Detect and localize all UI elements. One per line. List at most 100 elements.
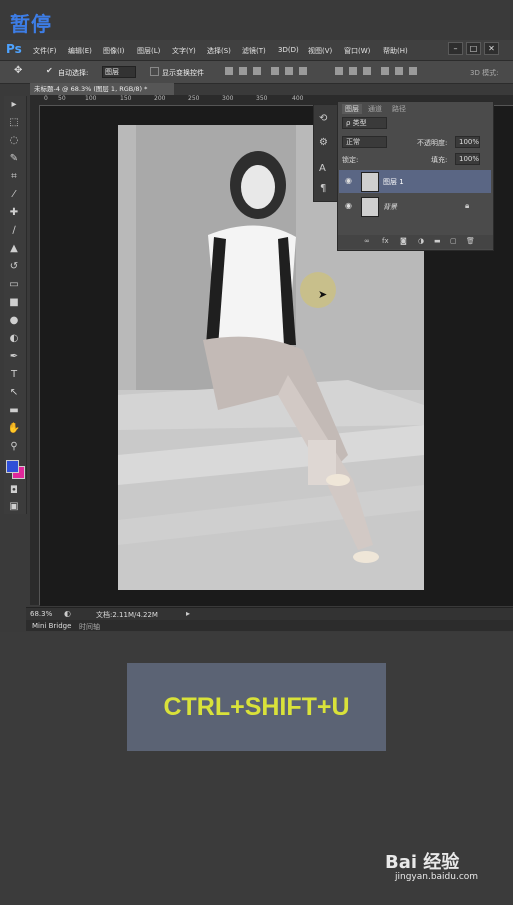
eyedropper-tool-icon[interactable]: ⁄	[7, 188, 21, 202]
status-info-icon[interactable]: ◐	[64, 609, 71, 618]
move-tool-icon[interactable]: ✥	[14, 65, 22, 76]
adjustment-icon[interactable]: ◑	[418, 237, 424, 245]
layer-name[interactable]: 背景	[383, 202, 397, 212]
blend-mode-dropdown[interactable]: 正常	[342, 136, 387, 148]
link-icon[interactable]: ∞	[364, 237, 370, 245]
close-button[interactable]: ✕	[484, 42, 499, 55]
marquee-tool-icon[interactable]: ⬚	[7, 116, 21, 130]
ruler-tick: 400	[292, 95, 304, 102]
stamp-tool-icon[interactable]: ▲	[7, 242, 21, 256]
ruler-tick: 300	[222, 95, 234, 102]
history-panel-icon[interactable]: ⟲	[319, 113, 327, 124]
menu-image[interactable]: 图像(I)	[103, 46, 125, 56]
screen-mode-icon[interactable]: ▣	[7, 500, 21, 514]
new-layer-icon[interactable]: ▢	[450, 237, 457, 245]
layer-thumbnail	[361, 197, 379, 217]
menu-file[interactable]: 文件(F)	[33, 46, 57, 56]
menu-window[interactable]: 窗口(W)	[344, 46, 370, 56]
opacity-input[interactable]: 100%	[455, 136, 480, 148]
type-tool-icon[interactable]: T	[7, 368, 21, 382]
layer-row[interactable]: ◉ 背景 🔒︎	[339, 195, 491, 218]
ruler-tick: 200	[154, 95, 166, 102]
quick-select-tool-icon[interactable]: ✎	[7, 152, 21, 166]
baidu-jingyan-logo: Bai 经验	[385, 852, 460, 873]
tab-channels[interactable]: 通道	[368, 104, 382, 114]
photoshop-logo: Ps	[6, 42, 22, 56]
cursor-icon: ➤	[318, 288, 328, 301]
zoom-tool-icon[interactable]: ⚲	[7, 440, 21, 454]
ruler-tick: 350	[256, 95, 268, 102]
quick-mask-icon[interactable]: ◘	[7, 484, 21, 498]
ruler-tick: 150	[120, 95, 132, 102]
shortcut-text: CTRL+SHIFT+U	[163, 693, 350, 721]
move-tool-icon[interactable]: ▸	[7, 98, 21, 112]
menu-type[interactable]: 文字(Y)	[172, 46, 196, 56]
menu-filter[interactable]: 滤镜(T)	[242, 46, 266, 56]
tab-layers[interactable]: 图层	[342, 104, 362, 114]
trash-icon[interactable]: 🗑︎	[466, 237, 475, 245]
brush-tool-icon[interactable]: ∕	[7, 224, 21, 238]
layer-filter-dropdown[interactable]: ρ 类型	[342, 117, 387, 129]
actions-panel-icon[interactable]: ⚙	[319, 137, 328, 148]
pen-tool-icon[interactable]: ✒	[7, 350, 21, 364]
panel-icon-strip: ⟲ ⚙ A ¶	[313, 104, 339, 202]
menu-edit[interactable]: 编辑(E)	[68, 46, 92, 56]
layer-name[interactable]: 图层 1	[383, 177, 404, 187]
layers-panel: 图层 通道 路径 ρ 类型 正常 不透明度: 100% 锁定: 填充: 100%…	[337, 101, 494, 251]
ruler-tick: 100	[85, 95, 97, 102]
menu-3d[interactable]: 3D(D)	[278, 46, 299, 54]
show-transform-label: 显示变换控件	[162, 69, 204, 77]
lock-icon: 🔒︎	[465, 201, 470, 210]
fill-input[interactable]: 100%	[455, 153, 480, 165]
dodge-tool-icon[interactable]: ◐	[7, 332, 21, 346]
auto-select-dropdown[interactable]: 图层	[102, 66, 136, 78]
layer-row[interactable]: ◉ 图层 1	[339, 170, 491, 193]
toolbox: ▸ ⬚ ◌ ✎ ⌗ ⁄ ✚ ∕ ▲ ↺ ▭ ■ ● ◐ ✒ T ↖ ▬ ✋ ⚲ …	[4, 96, 27, 514]
tab-timeline[interactable]: 时间轴	[79, 622, 100, 632]
tab-mini-bridge[interactable]: Mini Bridge	[32, 622, 71, 630]
fill-label: 填充:	[431, 156, 448, 164]
gradient-tool-icon[interactable]: ■	[7, 296, 21, 310]
show-transform-checkbox[interactable]	[150, 67, 159, 76]
align-icons[interactable]	[225, 65, 475, 77]
shape-tool-icon[interactable]: ▬	[7, 404, 21, 418]
lock-label: 锁定:	[342, 156, 359, 164]
menu-help[interactable]: 帮助(H)	[383, 46, 408, 56]
healing-tool-icon[interactable]: ✚	[7, 206, 21, 220]
crop-tool-icon[interactable]: ⌗	[7, 170, 21, 184]
tab-paths[interactable]: 路径	[392, 104, 406, 114]
eye-icon[interactable]: ◉	[345, 176, 352, 185]
eraser-tool-icon[interactable]: ▭	[7, 278, 21, 292]
status-menu-arrow-icon[interactable]: ▸	[186, 609, 190, 618]
menu-select[interactable]: 选择(S)	[207, 46, 231, 56]
zoom-level[interactable]: 68.3%	[30, 610, 52, 618]
eye-icon[interactable]: ◉	[345, 201, 352, 210]
character-panel-icon[interactable]: A	[319, 163, 326, 174]
document-tab[interactable]: 未标题-4 @ 68.3% (图层 1, RGB/8) *	[30, 83, 174, 95]
checkbox-icon[interactable]: ✔	[46, 66, 53, 75]
ruler-tick: 250	[188, 95, 200, 102]
layers-footer: ∞ fx ◙ ◑ ▬ ▢ 🗑︎	[338, 235, 493, 249]
pause-label: 暂停	[10, 12, 52, 36]
auto-select-label: 自动选择:	[58, 69, 89, 77]
menu-view[interactable]: 视图(V)	[308, 46, 332, 56]
fx-icon[interactable]: fx	[382, 237, 389, 245]
path-select-tool-icon[interactable]: ↖	[7, 386, 21, 400]
folder-icon[interactable]: ▬	[434, 237, 441, 245]
menu-layer[interactable]: 图层(L)	[137, 46, 160, 56]
layer-thumbnail	[361, 172, 379, 192]
mask-icon[interactable]: ◙	[400, 237, 407, 245]
blur-tool-icon[interactable]: ●	[7, 314, 21, 328]
ruler-tick: 0	[44, 95, 48, 102]
paragraph-panel-icon[interactable]: ¶	[320, 183, 326, 194]
history-brush-tool-icon[interactable]: ↺	[7, 260, 21, 274]
hand-tool-icon[interactable]: ✋	[7, 422, 21, 436]
status-bar: 68.3% ◐ 文档:2.11M/4.22M ▸	[26, 607, 513, 620]
ruler-tick: 50	[58, 95, 66, 102]
watermark-url: jingyan.baidu.com	[395, 872, 479, 882]
maximize-button[interactable]: □	[466, 42, 481, 55]
minimize-button[interactable]: –	[448, 42, 463, 55]
foreground-color-swatch[interactable]	[6, 460, 19, 473]
lasso-tool-icon[interactable]: ◌	[7, 134, 21, 148]
ruler-left	[30, 105, 40, 605]
